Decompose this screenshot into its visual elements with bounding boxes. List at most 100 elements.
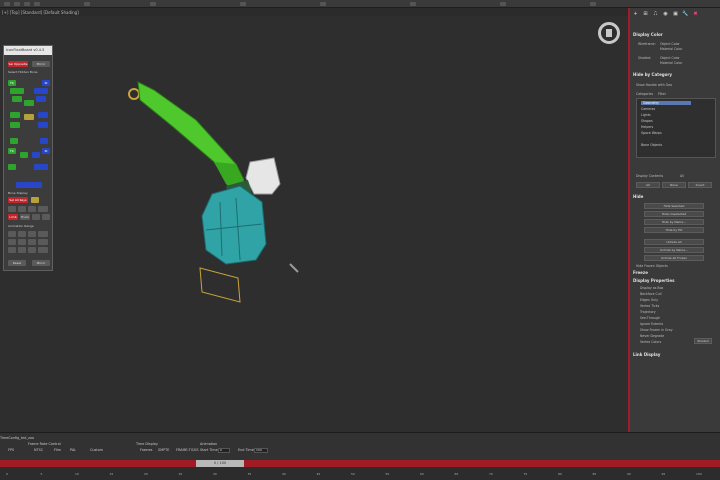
toolbar-icon[interactable]	[240, 2, 246, 6]
range-button[interactable]	[18, 231, 26, 237]
range-button[interactable]	[8, 239, 16, 245]
backface-cull-checkbox[interactable]: Backface Cull	[640, 292, 662, 296]
toolbar-icon[interactable]	[14, 2, 20, 6]
ik-button-right[interactable]: IK	[42, 80, 50, 86]
pal-radio[interactable]: PAL	[70, 448, 76, 452]
hide-rollout[interactable]: Hide	[633, 194, 719, 200]
trajectory-checkbox[interactable]: Trajectory	[640, 310, 656, 314]
range-button[interactable]	[8, 231, 16, 237]
bone-button[interactable]	[36, 96, 46, 102]
frame-ticks-radio[interactable]: FRAME:TICKS	[176, 448, 199, 452]
custom-radio[interactable]: Custom	[90, 448, 103, 452]
small-button[interactable]	[28, 206, 36, 212]
bone-button[interactable]	[20, 152, 28, 158]
category-item-geometry[interactable]: Geometry	[641, 101, 691, 105]
display-properties-rollout[interactable]: Display Properties	[633, 278, 719, 284]
ik-button-lower[interactable]: IK	[42, 148, 50, 154]
none-button[interactable]: None	[662, 182, 686, 188]
scene-mesh[interactable]	[0, 16, 628, 432]
frames-radio[interactable]: Frames	[140, 448, 152, 452]
never-degrade-checkbox[interactable]: Never Degrade	[640, 334, 664, 338]
small-button[interactable]	[42, 214, 50, 220]
categories-tab[interactable]: Categories	[636, 92, 653, 96]
small-button[interactable]	[38, 206, 48, 212]
floater-title[interactable]: IconFloatBoard v0.4.5	[4, 46, 52, 55]
shaded-button[interactable]: Shaded	[694, 338, 712, 344]
category-item-cameras[interactable]: Cameras	[641, 107, 655, 111]
unhide-by-name-button[interactable]: Unhide by Name...	[644, 247, 704, 253]
toolbar-icon[interactable]	[410, 2, 416, 6]
bone-button[interactable]	[10, 138, 18, 144]
freeze-rollout[interactable]: Freeze	[633, 270, 719, 276]
limb-button[interactable]: Limb	[8, 214, 18, 220]
display-tab-icon[interactable]: ▣	[672, 11, 679, 17]
fk-button-lower[interactable]: FK	[8, 148, 16, 154]
end-time-field[interactable]: 100	[254, 448, 268, 453]
toolbar-icon[interactable]	[24, 2, 30, 6]
hook-ring[interactable]	[128, 88, 140, 100]
close-tab-icon[interactable]: ✖	[692, 11, 699, 17]
see-through-checkbox[interactable]: See-Through	[640, 316, 660, 320]
track-bar[interactable]: 0 / 100	[0, 460, 720, 467]
toolbar-icon[interactable]	[150, 2, 156, 6]
display-color-rollout[interactable]: Display Color	[633, 32, 719, 38]
bone-button[interactable]	[10, 122, 20, 128]
material-color-radio-2[interactable]: Material Color	[660, 61, 682, 65]
bone-button[interactable]	[40, 138, 48, 144]
select-hidden-bone-label[interactable]: Select Hidden Bone	[8, 70, 37, 74]
category-item-bone-objects[interactable]: Bone Objects	[641, 143, 662, 147]
all-button[interactable]: All	[636, 182, 660, 188]
object-color-radio[interactable]: Object Color	[660, 42, 680, 46]
toolbar-icon[interactable]	[84, 2, 90, 6]
fk-button-left[interactable]: FK	[8, 80, 16, 86]
sel-all-keys-button[interactable]: Sel All Keys	[8, 197, 28, 203]
category-item-shapes[interactable]: Shapes	[641, 119, 653, 123]
ignore-extents-checkbox[interactable]: Ignore Extents	[640, 322, 663, 326]
mirror-button[interactable]: Mirror	[32, 61, 50, 67]
hide-by-name-button[interactable]: Hide by Name...	[644, 219, 704, 225]
bone-button[interactable]	[10, 112, 20, 118]
modify-tab-icon[interactable]: ⊞	[642, 11, 649, 17]
range-button[interactable]	[28, 239, 36, 245]
color-button[interactable]	[31, 197, 39, 203]
bone-button[interactable]	[24, 114, 34, 120]
film-radio[interactable]: Film	[54, 448, 61, 452]
filter-tab[interactable]: Filter	[658, 92, 666, 96]
create-tab-icon[interactable]: +	[632, 11, 639, 17]
viewcube-icon[interactable]	[598, 22, 620, 44]
white-block[interactable]	[245, 157, 281, 195]
smpte-radio[interactable]: SMPTE	[158, 448, 169, 452]
small-button[interactable]	[32, 214, 40, 220]
toolbar-icon[interactable]	[590, 2, 596, 6]
small-button[interactable]	[8, 206, 16, 212]
bone-button[interactable]	[8, 164, 16, 170]
category-item-helpers[interactable]: Helpers	[641, 125, 653, 129]
range-button[interactable]	[18, 247, 26, 253]
hide-unselected-button[interactable]: Hide Unselected	[644, 211, 704, 217]
bone-button[interactable]	[34, 88, 48, 94]
trunk-button[interactable]: Trunk	[20, 214, 30, 220]
unhide-all-frozen-button[interactable]: Unhide All Frozen	[644, 255, 704, 261]
motion-tab-icon[interactable]: ◉	[662, 11, 669, 17]
frame-ruler[interactable]: 0 5 10 15 20 25 30 35 40 45 50 55 60 65 70 75 80 85 90 95 10…	[0, 468, 720, 480]
object-color-radio-2[interactable]: Object Color	[660, 56, 680, 60]
bone-button[interactable]	[32, 152, 40, 158]
fps-radio[interactable]: FPS	[8, 448, 14, 452]
toolbar-icon[interactable]	[500, 2, 506, 6]
link-display-rollout[interactable]: Link Display	[633, 352, 719, 358]
bone-button[interactable]	[12, 96, 22, 102]
time-slider[interactable]: 0 / 100	[196, 460, 244, 467]
range-button[interactable]	[28, 231, 36, 237]
hide-by-category-rollout[interactable]: Hide by Category	[633, 72, 719, 78]
show-handles-checkbox[interactable]: Show Handle with Geo	[636, 83, 672, 87]
bone-button[interactable]	[38, 112, 48, 118]
display-as-box-checkbox[interactable]: Display as Box	[640, 286, 663, 290]
selection-box[interactable]	[199, 267, 241, 303]
vertex-colors-checkbox[interactable]: Vertex Colors	[640, 340, 661, 344]
toolbar-icon[interactable]	[320, 2, 326, 6]
vertex-ticks-checkbox[interactable]: Vertex Ticks	[640, 304, 659, 308]
invert-button[interactable]: Invert	[688, 182, 712, 188]
toolbar-icon[interactable]	[34, 2, 40, 6]
category-item-lights[interactable]: Lights	[641, 113, 651, 117]
viewport-label[interactable]: [+] [Top] [Standard] [Default Shading]	[2, 10, 79, 15]
